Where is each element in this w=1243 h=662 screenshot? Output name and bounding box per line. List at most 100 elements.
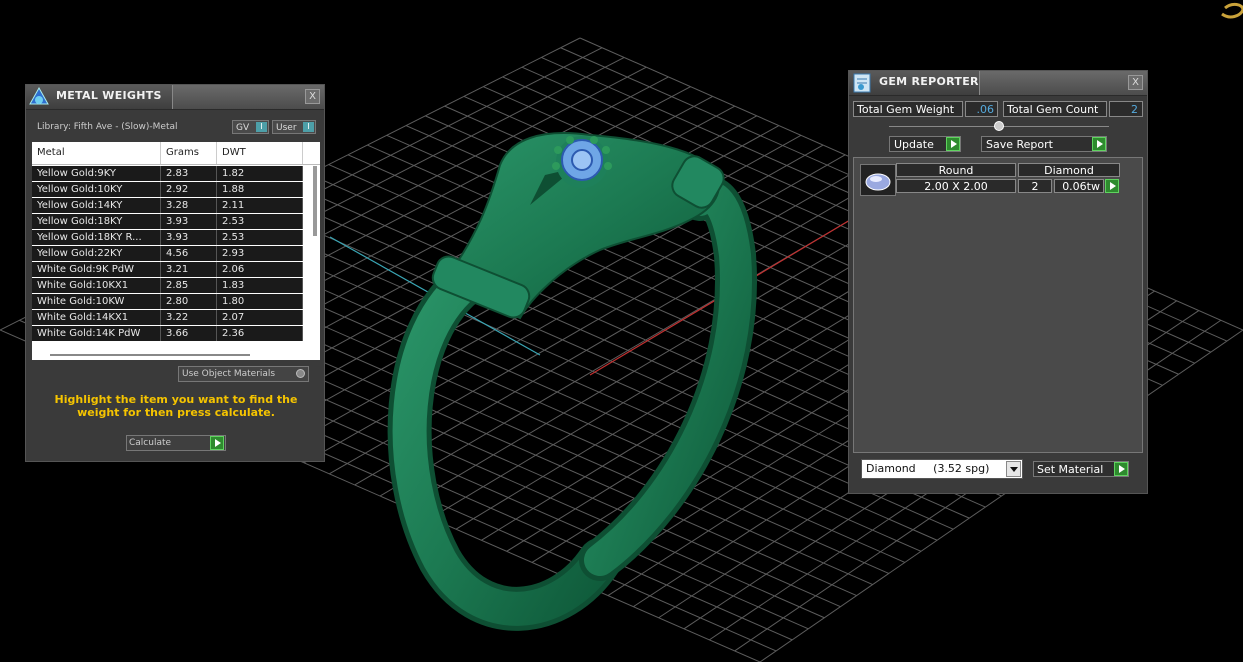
calculate-arrow-icon xyxy=(210,436,224,450)
dwt-cell: 2.06 xyxy=(217,262,303,277)
set-material-label: Set Material xyxy=(1037,463,1104,476)
library-label: Library: Fifth Ave - (Slow)-Metal xyxy=(37,122,178,132)
table-row[interactable]: Yellow Gold:18KY R... 3.93 2.53 xyxy=(32,230,303,245)
column-header-metal[interactable]: Metal xyxy=(32,142,161,164)
grams-cell: 3.28 xyxy=(161,198,217,213)
use-object-materials-option[interactable]: Use Object Materials xyxy=(178,366,309,382)
user-toggle[interactable]: User I xyxy=(272,120,316,134)
total-gem-weight-label: Total Gem Weight xyxy=(853,101,963,117)
gem-thumbnail[interactable] xyxy=(860,164,896,196)
grams-cell: 2.92 xyxy=(161,182,217,197)
grams-cell: 2.83 xyxy=(161,166,217,181)
metal-name-cell: Yellow Gold:14KY xyxy=(32,198,161,213)
gem-count-cell: 2 xyxy=(1018,179,1052,193)
metal-table-header: Metal Grams DWT xyxy=(32,142,320,165)
metal-weights-close-button[interactable]: X xyxy=(305,89,320,104)
use-object-materials-label: Use Object Materials xyxy=(182,369,276,379)
grams-cell: 3.66 xyxy=(161,326,217,341)
save-report-label: Save Report xyxy=(986,138,1053,151)
dwt-cell: 2.53 xyxy=(217,214,303,229)
gem-reporter-title-tab: GEM REPORTER xyxy=(849,71,980,95)
user-toggle-knob: I xyxy=(303,122,314,132)
grams-cell: 3.22 xyxy=(161,310,217,325)
grams-cell: 3.93 xyxy=(161,214,217,229)
user-label: User xyxy=(276,123,297,133)
grams-cell: 3.93 xyxy=(161,230,217,245)
gem-size-cell: 2.00 X 2.00 xyxy=(896,179,1016,193)
dwt-cell: 1.83 xyxy=(217,278,303,293)
dwt-cell: 2.93 xyxy=(217,246,303,261)
total-gem-count-label: Total Gem Count xyxy=(1003,101,1107,117)
total-gem-count-value: 2 xyxy=(1109,101,1143,117)
table-row[interactable]: Yellow Gold:10KY 2.92 1.88 xyxy=(32,182,303,197)
metal-name-cell: Yellow Gold:18KY xyxy=(32,214,161,229)
metal-name-cell: Yellow Gold:9KY xyxy=(32,166,161,181)
table-row[interactable]: White Gold:14KX1 3.22 2.07 xyxy=(32,310,303,325)
gem-select-arrow-icon[interactable] xyxy=(1105,179,1119,193)
gv-label: GV xyxy=(236,123,250,133)
metal-name-cell: White Gold:10KW xyxy=(32,294,161,309)
round-diamond-icon xyxy=(865,173,891,191)
dwt-cell: 1.80 xyxy=(217,294,303,309)
metal-rows: Yellow Gold:9KY 2.83 1.82 Yellow Gold:10KY 2… xyxy=(32,166,320,341)
dwt-cell: 1.88 xyxy=(217,182,303,197)
gem-material-cell: Diamond xyxy=(1018,163,1120,177)
metal-name-cell: Yellow Gold:10KY xyxy=(32,182,161,197)
column-header-dwt[interactable]: DWT xyxy=(217,142,303,164)
table-row[interactable]: Yellow Gold:18KY 3.93 2.53 xyxy=(32,214,303,229)
metal-table-horizontal-scrollbar[interactable] xyxy=(50,354,250,356)
metal-weights-title: METAL WEIGHTS xyxy=(56,89,162,102)
dwt-cell: 2.36 xyxy=(217,326,303,341)
metal-name-cell: White Gold:10KX1 xyxy=(32,278,161,293)
gem-reporter-close-button[interactable]: X xyxy=(1128,75,1143,90)
table-row[interactable]: White Gold:14K PdW 3.66 2.36 xyxy=(32,326,303,341)
table-row[interactable]: Yellow Gold:22KY 4.56 2.93 xyxy=(32,246,303,261)
metal-name-cell: White Gold:14K PdW xyxy=(32,326,161,341)
metal-table[interactable]: Metal Grams DWT Yellow Gold:9KY 2.83 1.82 Y… xyxy=(32,142,320,360)
table-row[interactable]: Yellow Gold:9KY 2.83 1.82 xyxy=(32,166,303,181)
grams-cell: 3.21 xyxy=(161,262,217,277)
table-row[interactable]: Yellow Gold:14KY 3.28 2.11 xyxy=(32,198,303,213)
corner-logo-icon xyxy=(1221,2,1243,19)
calculate-label: Calculate xyxy=(129,438,172,448)
grams-cell: 4.56 xyxy=(161,246,217,261)
gem-reporter-panel: GEM REPORTER X Total Gem Weight .06 Tota… xyxy=(848,70,1148,494)
material-select[interactable]: Diamond (3.52 spg) xyxy=(861,459,1023,479)
set-material-arrow-icon xyxy=(1114,462,1128,476)
gem-list[interactable]: Round Diamond 2.00 X 2.00 2 0.06tw xyxy=(853,157,1143,453)
column-header-grams[interactable]: Grams xyxy=(161,142,217,164)
table-row[interactable]: White Gold:10KX1 2.85 1.83 xyxy=(32,278,303,293)
calculate-button[interactable]: Calculate xyxy=(126,435,226,451)
metal-weights-panel: METAL WEIGHTS X Library: Fifth Ave - (Sl… xyxy=(25,84,325,462)
metal-name-cell: White Gold:9K PdW xyxy=(32,262,161,277)
dwt-cell: 2.11 xyxy=(217,198,303,213)
gv-toggle[interactable]: GV I xyxy=(232,120,269,134)
total-gem-weight-value: .06 xyxy=(965,101,998,117)
table-row[interactable]: White Gold:9K PdW 3.21 2.06 xyxy=(32,262,303,277)
update-button[interactable]: Update xyxy=(889,136,961,152)
gem-reporter-titlebar[interactable]: GEM REPORTER X xyxy=(849,71,1147,96)
grid-line xyxy=(231,212,954,530)
use-object-materials-radio[interactable] xyxy=(296,369,305,378)
dwt-cell: 2.53 xyxy=(217,230,303,245)
instruction-hint: Highlight the item you want to find the … xyxy=(54,393,298,419)
dwt-cell: 1.82 xyxy=(217,166,303,181)
metal-name-cell: White Gold:14KX1 xyxy=(32,310,161,325)
update-arrow-icon xyxy=(946,137,960,151)
metal-weights-icon xyxy=(29,86,49,105)
set-material-button[interactable]: Set Material xyxy=(1033,461,1129,477)
chevron-down-icon[interactable] xyxy=(1006,461,1021,477)
save-report-button[interactable]: Save Report xyxy=(981,136,1107,152)
panel-slider-knob[interactable] xyxy=(994,121,1004,131)
update-label: Update xyxy=(894,138,934,151)
gem-weight-cell: 0.06tw xyxy=(1054,179,1104,193)
metal-weights-titlebar[interactable]: METAL WEIGHTS X xyxy=(26,85,324,110)
gem-shape-cell: Round xyxy=(896,163,1016,177)
metal-name-cell: Yellow Gold:18KY R... xyxy=(32,230,161,245)
grams-cell: 2.85 xyxy=(161,278,217,293)
table-row[interactable]: White Gold:10KW 2.80 1.80 xyxy=(32,294,303,309)
metal-table-vertical-scrollbar[interactable] xyxy=(313,166,317,236)
gv-toggle-knob: I xyxy=(256,122,267,132)
dwt-cell: 2.07 xyxy=(217,310,303,325)
save-report-arrow-icon xyxy=(1092,137,1106,151)
